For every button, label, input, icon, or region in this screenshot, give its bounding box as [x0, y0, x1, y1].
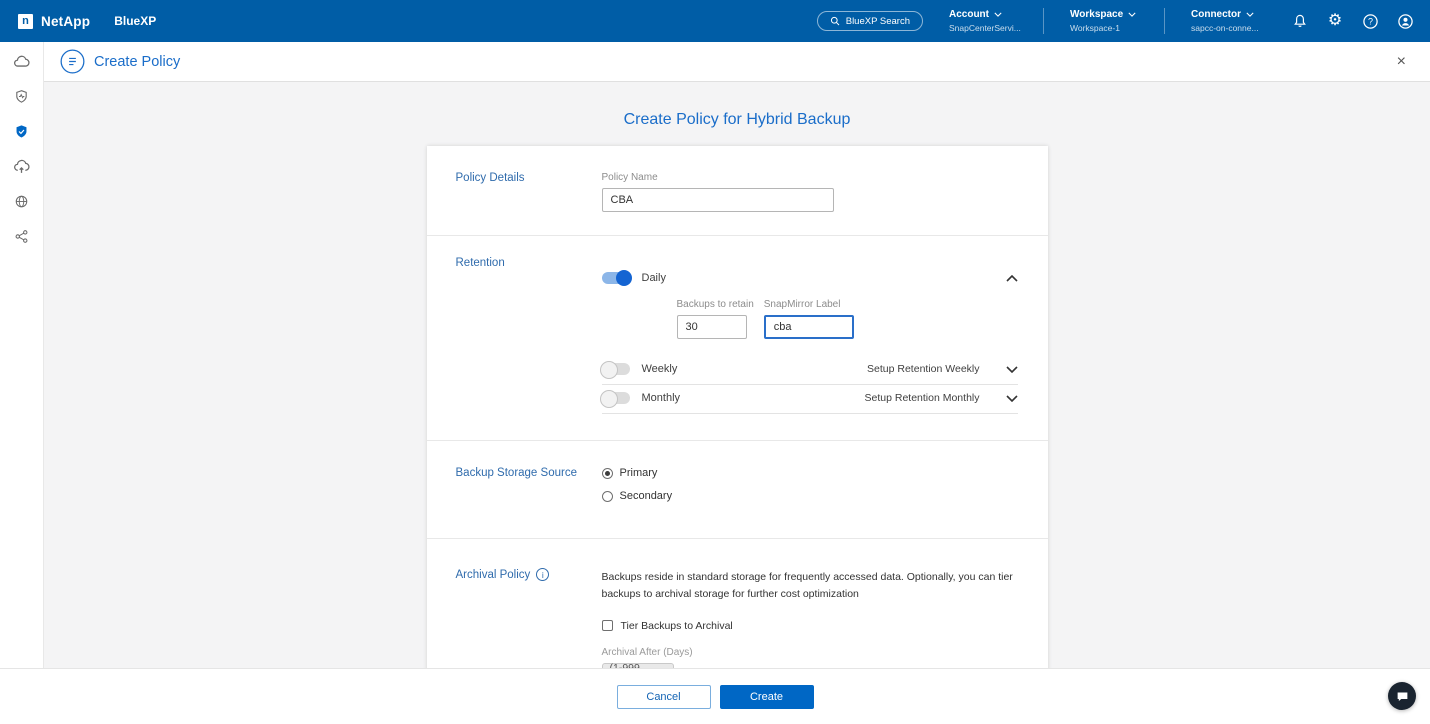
- sidebar-item-protection[interactable]: [9, 122, 35, 140]
- sidebar-item-canvas[interactable]: [9, 52, 35, 70]
- tier-backups-checkbox-row[interactable]: Tier Backups to Archival: [602, 620, 1018, 632]
- section-retention: Retention Daily: [427, 235, 1048, 440]
- user-icon[interactable]: [1396, 12, 1414, 30]
- daily-retention-fields: Backups to retain SnapMirror Label: [677, 299, 1018, 339]
- chevron-up-icon[interactable]: [1006, 275, 1018, 282]
- sidebar-item-governance[interactable]: [9, 227, 35, 245]
- backups-to-retain-label: Backups to retain: [677, 299, 754, 310]
- snapmirror-label-label: SnapMirror Label: [764, 299, 854, 310]
- secondary-radio-option[interactable]: Secondary: [602, 490, 1018, 502]
- account-label: Account: [949, 9, 989, 20]
- share-icon: [14, 229, 29, 244]
- radio-unselected-icon: [602, 491, 613, 502]
- policy-form-card: Policy Details Policy Name Retention: [427, 146, 1048, 668]
- netapp-brand: n NetApp BlueXP: [18, 14, 156, 29]
- cloud-backup-icon: [13, 158, 30, 175]
- top-bar: n NetApp BlueXP BlueXP Search Account Sn…: [0, 0, 1430, 42]
- create-button[interactable]: Create: [720, 685, 814, 709]
- help-icon[interactable]: ?: [1361, 12, 1379, 30]
- product-name: BlueXP: [114, 14, 156, 28]
- policy-document-icon: [60, 49, 85, 74]
- body: Create Policy × Create Policy for Hybrid…: [0, 42, 1430, 668]
- setup-retention-weekly-label: Setup Retention Weekly: [867, 363, 979, 375]
- weekly-retention-row: Weekly Setup Retention Weekly: [602, 356, 1018, 385]
- policy-name-label: Policy Name: [602, 172, 1018, 183]
- backups-to-retain-input[interactable]: [677, 315, 747, 339]
- create-policy-header: Create Policy ×: [44, 42, 1430, 82]
- section-archival-policy: Archival Policy Backups reside in standa…: [427, 538, 1048, 668]
- sidebar-item-mobility[interactable]: [9, 157, 35, 175]
- daily-retention-row: Daily: [602, 272, 1018, 284]
- tier-backups-label: Tier Backups to Archival: [621, 620, 733, 632]
- chevron-down-icon: [994, 12, 1002, 17]
- cloud-icon: [13, 53, 30, 70]
- chevron-down-icon[interactable]: [1006, 395, 1018, 402]
- snapmirror-label-input[interactable]: [764, 315, 854, 339]
- search-label: BlueXP Search: [846, 16, 910, 27]
- search-icon: [830, 16, 840, 26]
- cancel-button[interactable]: Cancel: [617, 685, 711, 709]
- workspace-value: Workspace-1: [1070, 23, 1148, 33]
- connector-menu[interactable]: Connector sapcc-on-conne...: [1191, 9, 1269, 33]
- primary-radio-label: Primary: [620, 467, 658, 479]
- workspace-label: Workspace: [1070, 9, 1123, 20]
- gear-icon[interactable]: ⚙: [1326, 12, 1344, 30]
- account-menu[interactable]: Account SnapCenterServi...: [949, 9, 1027, 33]
- content-column: Create Policy × Create Policy for Hybrid…: [44, 42, 1430, 668]
- globe-icon: [14, 194, 29, 209]
- archival-policy-description: Backups reside in standard storage for f…: [602, 569, 1018, 604]
- checkbox-icon: [602, 620, 613, 631]
- divider: [1164, 8, 1165, 34]
- monthly-label: Monthly: [642, 392, 681, 404]
- connector-value: sapcc-on-conne...: [1191, 23, 1269, 33]
- chevron-down-icon: [1128, 12, 1136, 17]
- main-area: Create Policy for Hybrid Backup Policy D…: [44, 82, 1430, 668]
- workspace-menu[interactable]: Workspace Workspace-1: [1070, 9, 1148, 33]
- brand-name: NetApp: [41, 14, 90, 29]
- connector-label: Connector: [1191, 9, 1241, 20]
- chat-icon: [1396, 690, 1409, 703]
- protection-shield-icon: [14, 124, 29, 139]
- sidebar-item-health[interactable]: [9, 87, 35, 105]
- sidebar-item-extensions[interactable]: [9, 192, 35, 210]
- sidebar-nav: [0, 42, 44, 668]
- monthly-toggle[interactable]: [602, 392, 630, 404]
- radio-selected-icon: [602, 468, 613, 479]
- weekly-toggle[interactable]: [602, 363, 630, 375]
- daily-toggle[interactable]: [602, 272, 630, 284]
- bluexp-app: n NetApp BlueXP BlueXP Search Account Sn…: [0, 0, 1430, 724]
- close-icon[interactable]: ×: [1397, 54, 1406, 70]
- svg-text:?: ?: [1367, 16, 1372, 26]
- netapp-logo-icon: n: [18, 14, 33, 29]
- archival-policy-label: Archival Policy: [456, 569, 531, 581]
- account-value: SnapCenterServi...: [949, 23, 1027, 33]
- archival-after-label: Archival After (Days): [602, 647, 1018, 658]
- weekly-label: Weekly: [642, 363, 678, 375]
- backup-storage-source-label: Backup Storage Source: [456, 467, 602, 502]
- bluexp-search[interactable]: BlueXP Search: [817, 11, 923, 31]
- chevron-down-icon: [1246, 12, 1254, 17]
- section-policy-details: Policy Details Policy Name: [427, 146, 1048, 235]
- setup-retention-monthly-label: Setup Retention Monthly: [865, 392, 980, 404]
- policy-details-label: Policy Details: [456, 172, 602, 212]
- chevron-down-icon[interactable]: [1006, 366, 1018, 373]
- info-icon[interactable]: [536, 568, 549, 581]
- secondary-radio-label: Secondary: [620, 490, 673, 502]
- header-icons: ⚙ ?: [1291, 12, 1414, 30]
- section-backup-storage-source: Backup Storage Source Primary Secondary: [427, 440, 1048, 538]
- daily-label: Daily: [642, 272, 666, 284]
- page-title: Create Policy for Hybrid Backup: [44, 111, 1430, 129]
- primary-radio-option[interactable]: Primary: [602, 467, 1018, 479]
- bell-icon[interactable]: [1291, 12, 1309, 30]
- retention-label: Retention: [456, 252, 602, 414]
- top-bar-right: BlueXP Search Account SnapCenterServi...…: [817, 8, 1414, 34]
- divider: [1043, 8, 1044, 34]
- health-shield-icon: [14, 89, 29, 104]
- monthly-retention-row: Monthly Setup Retention Monthly: [602, 385, 1018, 414]
- page-header-title: Create Policy: [94, 54, 180, 70]
- chat-widget-button[interactable]: [1388, 682, 1416, 710]
- footer-action-bar: Cancel Create: [0, 668, 1430, 724]
- policy-name-input[interactable]: [602, 188, 834, 212]
